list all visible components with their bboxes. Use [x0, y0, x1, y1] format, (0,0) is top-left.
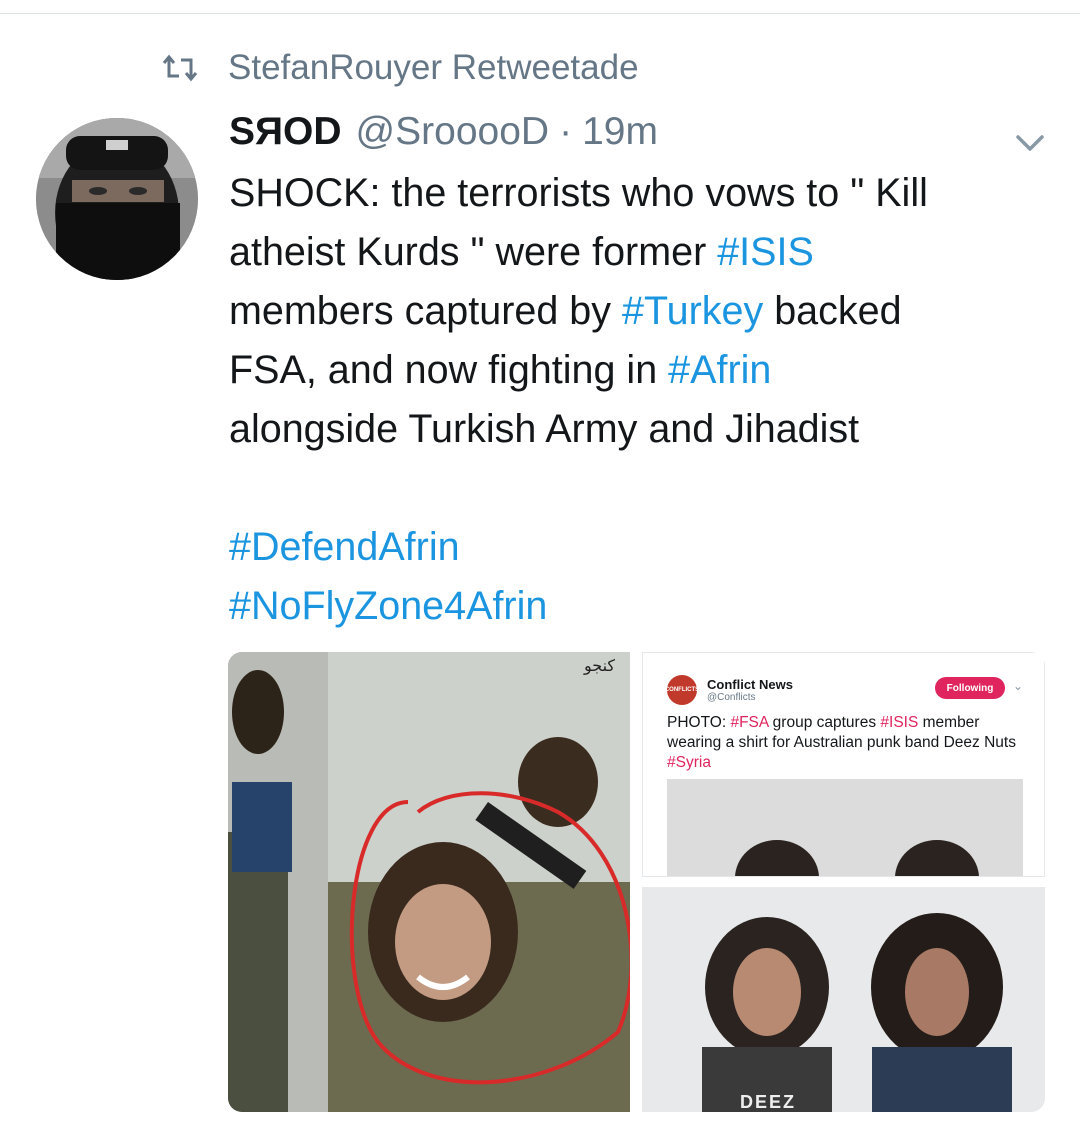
- shirt-text: DEEZ: [740, 1092, 797, 1112]
- tweet-body: SHOCK: the terrorists who vows to " Kill…: [229, 164, 1039, 636]
- tweet-line: alongside Turkish Army and Jihadist: [229, 400, 1039, 459]
- embedded-hashtag: #FSA: [730, 714, 769, 731]
- tweet-line: members captured by #Turkey backed: [229, 282, 1039, 341]
- embedded-handle: @Conflicts: [707, 692, 756, 703]
- embedded-tweet-screenshot[interactable]: CONFLICTS Conflict News @Conflicts Follo…: [642, 652, 1045, 877]
- embedded-hashtag: #ISIS: [880, 714, 919, 731]
- embedded-text: PHOTO:: [667, 714, 731, 731]
- next-content-edge: [0, 1130, 1080, 1143]
- conflicts-logo: CONFLICTS: [665, 675, 699, 705]
- embedded-photo: [667, 779, 1023, 876]
- embedded-hashtag: #Syria: [667, 754, 711, 771]
- separator-dot: ·: [559, 110, 573, 153]
- user-handle[interactable]: @SrooooD: [356, 110, 550, 154]
- tweet-line: atheist Kurds " were former #ISIS: [229, 223, 1039, 282]
- hashtag-noflyzone4afrin[interactable]: #NoFlyZone4Afrin: [229, 584, 547, 628]
- following-button: Following: [935, 677, 1005, 699]
- avatar[interactable]: [36, 118, 198, 280]
- retweet-label: StefanRouyer Retweetade: [228, 48, 639, 87]
- tweet-text: members captured by: [229, 289, 622, 333]
- tweet-header: SЯOD @SrooooD · 19m: [229, 110, 658, 160]
- retweet-icon: [160, 52, 200, 84]
- media-grid: کنجو CONFLICTS Conflict News @Conflicts …: [228, 652, 1045, 1112]
- hashtag-turkey[interactable]: #Turkey: [622, 289, 763, 333]
- hashtag-afrin[interactable]: #Afrin: [668, 348, 771, 392]
- tweet-text: backed: [763, 289, 902, 333]
- embedded-tweet-header: CONFLICTS Conflict News @Conflicts: [665, 675, 793, 705]
- embedded-tweet-text: PHOTO: #FSA group captures #ISIS member …: [667, 713, 1027, 773]
- chevron-down-icon: ⌄: [1013, 679, 1024, 693]
- tweet-line: SHOCK: the terrorists who vows to " Kill: [229, 164, 1039, 223]
- retweet-context[interactable]: StefanRouyer Retweetade: [160, 48, 639, 88]
- watermark-text: کنجو: [584, 658, 616, 675]
- timestamp[interactable]: 19m: [582, 110, 658, 154]
- hashtag-defendafrin[interactable]: #DefendAfrin: [229, 525, 460, 569]
- top-divider: [0, 13, 1080, 14]
- tweet-text: SHOCK: the terrorists who vows to " Kill: [229, 171, 928, 215]
- tweet-line: #NoFlyZone4Afrin: [229, 577, 1039, 636]
- chevron-down-icon[interactable]: [1010, 128, 1050, 158]
- embedded-name: Conflict News: [707, 677, 793, 692]
- tweet-line: #DefendAfrin: [229, 518, 1039, 577]
- tweet-text: FSA, and now fighting in: [229, 348, 669, 392]
- tweet-line: FSA, and now fighting in #Afrin: [229, 341, 1039, 400]
- photo-left[interactable]: کنجو: [228, 652, 630, 1112]
- display-name[interactable]: SЯOD: [229, 110, 342, 154]
- hashtag-isis[interactable]: #ISIS: [717, 230, 814, 274]
- photo-right-bottom[interactable]: DEEZ: [642, 887, 1045, 1112]
- tweet-text: alongside Turkish Army and Jihadist: [229, 407, 860, 451]
- embedded-text: group captures: [768, 714, 881, 731]
- tweet-text: atheist Kurds " were former: [229, 230, 718, 274]
